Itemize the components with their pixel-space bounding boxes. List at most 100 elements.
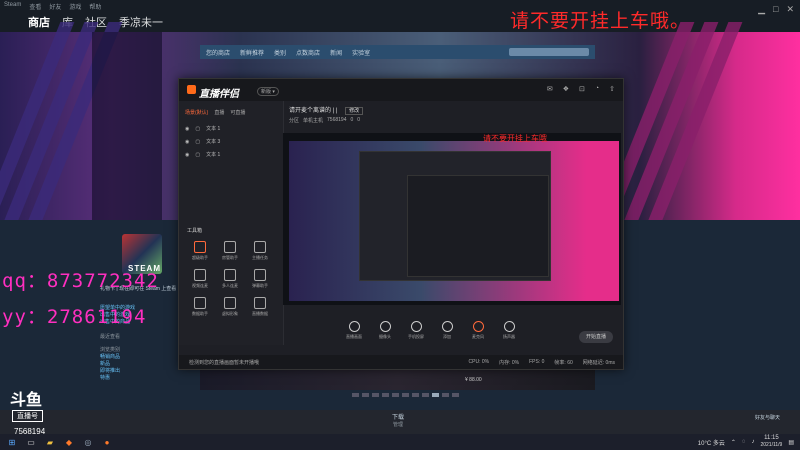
tool-item[interactable]: 数据助手 (187, 297, 213, 317)
carousel-dot[interactable] (422, 393, 429, 397)
control-speaker[interactable]: 扬声器 (498, 320, 520, 340)
store-tab-categories[interactable]: 类别 (274, 48, 286, 57)
edit-title-button[interactable]: 修改 (345, 107, 364, 115)
carousel-dot[interactable] (452, 393, 459, 397)
clock[interactable]: 11:15 2021/11/9 (760, 435, 782, 449)
carousel-dot[interactable] (362, 393, 369, 397)
eye-icon[interactable]: ◉ (185, 123, 189, 136)
store-tab-news[interactable]: 新闻 (330, 48, 342, 57)
tool-icon (194, 297, 206, 309)
menu-help[interactable]: 帮助 (89, 2, 101, 11)
carousel-dot[interactable] (442, 393, 449, 397)
room-tags: 分区 单机主机 7568194 0 0 (289, 117, 360, 124)
menu-games[interactable]: 游戏 (69, 2, 81, 11)
weather-widget[interactable]: 10°C 多云 (698, 438, 725, 447)
control-label: 扬声器 (503, 333, 515, 339)
scene-item-label: 文本 1 (206, 126, 221, 132)
preview-warning-text: 请不要开挂上车哦 (483, 134, 547, 143)
lock-icon[interactable]: ▢ (195, 149, 200, 162)
control-add[interactable]: 添加 (436, 320, 458, 340)
overlay-qq: qq：873772342 (2, 270, 159, 292)
carousel-dot[interactable] (412, 393, 419, 397)
tab-available[interactable]: 可直播 (230, 109, 245, 116)
tool-item[interactable]: 视频连麦 (187, 269, 213, 289)
tool-item[interactable]: 房管助手 (217, 241, 243, 261)
companion-version-badge[interactable]: 新版 ▾ (257, 87, 279, 96)
carousel-dot[interactable] (392, 393, 399, 397)
bell-icon[interactable]: ◔ (595, 85, 599, 93)
nav-profile[interactable]: 季凉未一 (119, 14, 163, 30)
store-tab-labs[interactable]: 实验室 (352, 48, 370, 57)
lock-icon[interactable]: ▢ (195, 136, 200, 149)
tool-label: 超级助手 (192, 255, 208, 260)
scene-item[interactable]: ◉ ▢ 文本 3 (185, 136, 220, 149)
carousel-dot[interactable] (382, 393, 389, 397)
gift-icon[interactable]: ❖ (563, 85, 569, 93)
control-camera[interactable]: 摄像头 (374, 320, 396, 340)
store-search-input[interactable] (509, 48, 589, 56)
carousel-dots (352, 393, 459, 397)
windows-start-icon[interactable]: ⊞ (5, 436, 19, 448)
control-screen[interactable]: 直播画面 (343, 320, 365, 340)
category-tag[interactable]: 分区 (289, 117, 299, 124)
nav-store[interactable]: 商店 (28, 14, 50, 30)
tool-item[interactable]: 超级助手 (187, 241, 213, 261)
menu-view[interactable]: 查看 (29, 2, 41, 11)
tray-arrow-icon[interactable]: ⌃ (731, 439, 736, 446)
carousel-dot[interactable] (372, 393, 379, 397)
store-tab-yours[interactable]: 您的商店 (206, 48, 230, 57)
message-icon[interactable]: ✉ (547, 85, 553, 93)
subcategory-tag[interactable]: 单机主机 (303, 117, 323, 124)
tool-item[interactable]: 直播数据 (247, 297, 273, 317)
tab-scene[interactable]: 场景(默认) (185, 109, 208, 116)
sidebar-item-specials[interactable]: 特惠 (100, 375, 135, 382)
sidebar-item-upcoming[interactable]: 即将推出 (100, 368, 135, 375)
lock-icon[interactable]: ▢ (195, 123, 200, 136)
toolbox-label: 工具箱 (187, 228, 203, 234)
carousel-dot-active[interactable] (432, 393, 439, 397)
eye-icon[interactable]: ◉ (185, 149, 189, 162)
volume-icon[interactable]: ♪ (751, 439, 754, 445)
clock-time: 11:15 (764, 435, 779, 441)
store-tab-points[interactable]: 点数商店 (296, 48, 320, 57)
downloads-button[interactable]: 下载 管理 (392, 412, 404, 428)
companion-status-bar: 检测到您的直播画面暂未开播哦 CPU: 0% 内存: 0% FPS: 0 帧率:… (179, 355, 623, 369)
close-icon[interactable]: ✕ (786, 4, 794, 15)
store-tab-new[interactable]: 新鲜推荐 (240, 48, 264, 57)
eye-icon[interactable]: ◉ (185, 136, 189, 149)
friends-chat-button[interactable]: 好友与聊天 (755, 414, 780, 421)
control-phone[interactable]: 手机投屏 (405, 320, 427, 340)
douyu-app-icon[interactable]: ◆ (62, 436, 76, 448)
tool-item[interactable]: 弹幕助手 (247, 269, 273, 289)
file-explorer-icon[interactable]: ▰ (43, 436, 57, 448)
scene-item[interactable]: ◉ ▢ 文本 1 (185, 123, 220, 136)
tool-item[interactable]: 主播任务 (247, 241, 273, 261)
gift-count: 0 (357, 117, 361, 123)
carousel-dot[interactable] (352, 393, 359, 397)
tab-live[interactable]: 直播 (214, 109, 224, 116)
tool-item[interactable]: 多人连麦 (217, 269, 243, 289)
network-icon[interactable]: ◌ (742, 439, 746, 445)
companion-title-icons: ✉ ❖ ⊡ ◔ ⇧ (547, 85, 615, 93)
start-live-button[interactable]: 开始直播 (579, 331, 613, 343)
sidebar-item-topsellers[interactable]: 畅销商品 (100, 354, 135, 361)
notification-icon[interactable]: ▤ (788, 439, 794, 446)
menu-steam[interactable]: Steam (4, 2, 21, 11)
task-view-icon[interactable]: ▭ (24, 436, 38, 448)
minimize-icon[interactable]: ▁ (758, 4, 765, 15)
menu-friends[interactable]: 好友 (49, 2, 61, 11)
tool-label: 多人连麦 (222, 283, 238, 288)
sidebar-item-new[interactable]: 新品 (100, 361, 135, 368)
maximize-icon[interactable]: □ (773, 4, 778, 15)
share-icon[interactable]: ⇧ (609, 85, 615, 93)
control-mic[interactable]: 麦克风 (467, 320, 489, 340)
control-label: 添加 (443, 333, 451, 339)
carousel-dot[interactable] (402, 393, 409, 397)
lock-icon[interactable]: ⊡ (579, 85, 585, 93)
steam-app-icon[interactable]: ◎ (81, 436, 95, 448)
browser-icon[interactable]: ● (100, 436, 114, 448)
scene-item[interactable]: ◉ ▢ 文本 1 (185, 149, 220, 162)
tool-label: 视频连麦 (192, 283, 208, 288)
tool-item[interactable]: 虚拟形象 (217, 297, 243, 317)
camera-icon (379, 320, 391, 332)
